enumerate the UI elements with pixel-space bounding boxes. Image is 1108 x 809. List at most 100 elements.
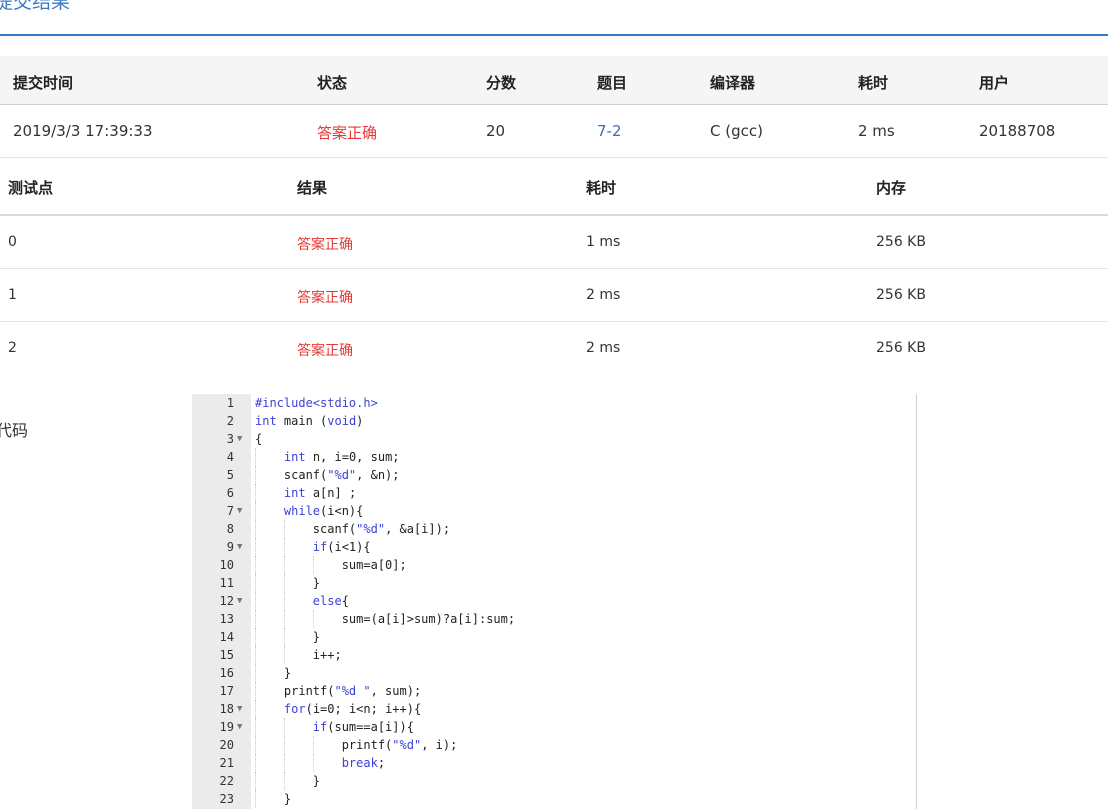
submission-table-header: 提交时间 状态 分数 题目 编译器 耗时 用户: [0, 56, 1108, 105]
col-user: 用户: [979, 74, 1010, 92]
code-text: scanf("%d", &n);: [255, 468, 400, 482]
code-text: break;: [341, 756, 386, 770]
line-number: 11: [219, 576, 234, 590]
code-text: int n, i=0, sum;: [283, 450, 400, 464]
code-text: if(i<1){: [312, 540, 371, 554]
table-row: 1 答案正确 2 ms 256 KB: [0, 269, 1108, 322]
testcase-id: 2: [8, 340, 17, 356]
page-title: 提交结果: [0, 0, 71, 13]
submission-row: 2019/3/3 17:39:33 答案正确 20 7-2 C (gcc) 2 …: [0, 105, 1108, 158]
code-line: 19 ▼ if(sum==a[i]){: [192, 718, 916, 736]
code-line: 1 #include<stdio.h>: [192, 394, 916, 412]
code-line: 15 i++;: [192, 646, 916, 664]
status-badge: 答案正确: [317, 124, 378, 142]
code-text: scanf("%d", &a[i]);: [255, 522, 451, 536]
fold-toggle-icon[interactable]: ▼: [237, 538, 242, 556]
code-line: 18 ▼ for(i=0; i<n; i++){: [192, 700, 916, 718]
code-text: sum=a[0];: [255, 558, 407, 572]
col-score: 分数: [486, 74, 517, 92]
line-number: 9: [226, 540, 234, 554]
testcase-id: 1: [8, 287, 17, 303]
code-line: 9 ▼ if(i<1){: [192, 538, 916, 556]
code-line: 12 ▼ else{: [192, 592, 916, 610]
line-number: 4: [226, 450, 234, 464]
code-line: 3 ▼ {: [192, 430, 916, 448]
code-text: }: [255, 774, 321, 788]
code-text: int main (void): [255, 414, 364, 428]
testcase-time: 2 ms: [586, 340, 621, 356]
col-problem: 题目: [597, 74, 628, 92]
code-line: 13 sum=(a[i]>sum)?a[i]:sum;: [192, 610, 916, 628]
code-text: }: [255, 576, 321, 590]
title-divider: [0, 34, 1108, 36]
code-line: 10 sum=a[0];: [192, 556, 916, 574]
line-number: 12: [219, 594, 234, 608]
compiler-value: C (gcc): [710, 122, 763, 140]
fold-toggle-icon[interactable]: ▼: [237, 700, 242, 718]
code-text: int a[n] ;: [283, 486, 357, 500]
testcase-table-header: 测试点 结果 耗时 内存: [0, 158, 1108, 216]
line-number: 19: [219, 720, 234, 734]
line-number: 10: [219, 558, 234, 572]
line-number: 2: [226, 414, 234, 428]
testcase-result: 答案正确: [297, 290, 353, 306]
table-row: 2 答案正确 2 ms 256 KB: [0, 322, 1108, 374]
line-number: 18: [219, 702, 234, 716]
code-text: printf("%d", i);: [255, 738, 458, 752]
fold-toggle-icon[interactable]: ▼: [237, 430, 242, 448]
code-section-label: 代码: [0, 421, 29, 440]
testcase-result: 答案正确: [297, 343, 353, 359]
testcase-memory: 256 KB: [876, 234, 926, 250]
code-text: #include<stdio.h>: [255, 396, 378, 410]
testcase-memory: 256 KB: [876, 340, 926, 356]
testcase-id: 0: [8, 234, 17, 250]
col-status: 状态: [317, 74, 348, 92]
code-line: 20 printf("%d", i);: [192, 736, 916, 754]
code-text: else{: [312, 594, 349, 608]
code-line: 14 }: [192, 628, 916, 646]
line-number: 7: [226, 504, 234, 518]
line-number: 15: [219, 648, 234, 662]
user-id: 20188708: [979, 122, 1056, 140]
line-number: 1: [226, 396, 234, 410]
score-value: 20: [486, 122, 506, 140]
code-text: while(i<n){: [283, 504, 364, 518]
col-testcase: 测试点: [8, 179, 54, 197]
line-number: 5: [226, 468, 234, 482]
fold-toggle-icon[interactable]: ▼: [237, 718, 242, 736]
code-line: 23 }: [192, 790, 916, 808]
line-number: 13: [219, 612, 234, 626]
col-testcase-time: 耗时: [586, 179, 617, 197]
code-text: for(i=0; i<n; i++){: [283, 702, 422, 716]
code-editor[interactable]: 1 #include<stdio.h> 2 int main (void) 3 ▼{4 i…: [192, 394, 917, 809]
line-number: 17: [219, 684, 234, 698]
line-number: 6: [226, 486, 234, 500]
code-text: {: [255, 432, 263, 446]
fold-toggle-icon[interactable]: ▼: [237, 592, 242, 610]
code-line: 21 break;: [192, 754, 916, 772]
testcase-memory: 256 KB: [876, 287, 926, 303]
line-number: 16: [219, 666, 234, 680]
code-text: }: [255, 630, 321, 644]
code-text: i++;: [255, 648, 342, 662]
code-line: 2 int main (void): [192, 412, 916, 430]
line-number: 23: [219, 792, 234, 806]
col-submit-time: 提交时间: [13, 74, 74, 92]
line-number: 20: [219, 738, 234, 752]
code-text: printf("%d ", sum);: [255, 684, 422, 698]
line-number: 3: [226, 432, 234, 446]
col-time: 耗时: [858, 74, 889, 92]
code-line: 6 int a[n] ;: [192, 484, 916, 502]
code-line: 5 scanf("%d", &n);: [192, 466, 916, 484]
fold-toggle-icon[interactable]: ▼: [237, 502, 242, 520]
code-text: }: [255, 792, 292, 806]
code-line: 4 int n, i=0, sum;: [192, 448, 916, 466]
code-line: 7 ▼ while(i<n){: [192, 502, 916, 520]
code-line: 22 }: [192, 772, 916, 790]
col-compiler: 编译器: [710, 74, 756, 92]
code-line: 17 printf("%d ", sum);: [192, 682, 916, 700]
submit-time: 2019/3/3 17:39:33: [13, 122, 153, 140]
time-value: 2 ms: [858, 122, 895, 140]
col-memory: 内存: [876, 179, 907, 197]
problem-link[interactable]: 7-2: [597, 122, 622, 140]
